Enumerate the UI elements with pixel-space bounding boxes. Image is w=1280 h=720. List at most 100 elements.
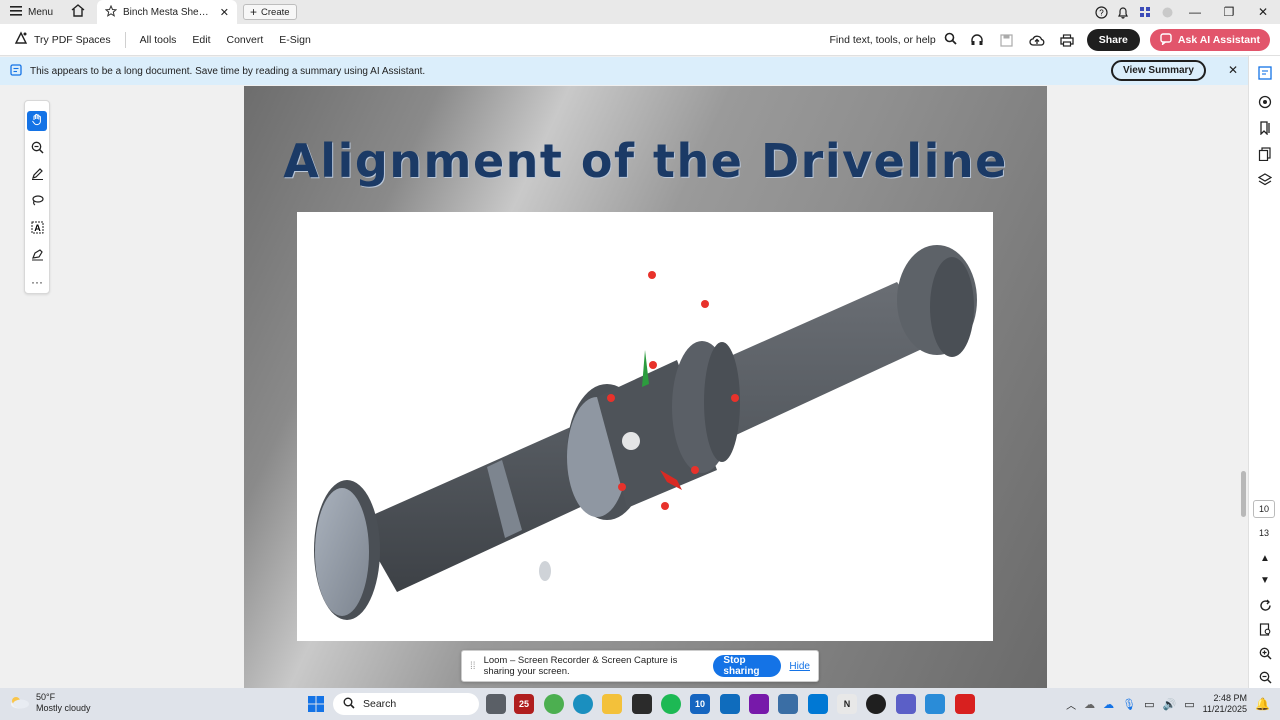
apps-icon[interactable] <box>1134 0 1156 24</box>
app-blue-icon[interactable] <box>925 694 945 714</box>
lasso-icon <box>31 194 44 210</box>
summary-icon <box>10 63 22 79</box>
chevron-up-icon[interactable]: ▲ <box>1257 550 1273 566</box>
print-icon[interactable] <box>1057 30 1077 50</box>
refresh-icon[interactable] <box>1257 597 1273 613</box>
find-text-button[interactable]: Find text, tools, or help <box>829 24 957 56</box>
all-tools-button[interactable]: All tools <box>132 24 185 56</box>
total-pages-label: 13 <box>1258 528 1269 538</box>
volume-icon[interactable]: 🔊 <box>1163 698 1177 711</box>
quick-tools-panel: A ··· <box>24 100 50 294</box>
app-2025-icon[interactable]: 25 <box>514 694 534 714</box>
try-pdf-spaces-button[interactable]: Try PDF Spaces <box>0 24 119 56</box>
document-viewport[interactable]: Alignment of the Driveline <box>0 86 1248 688</box>
driveline-3d-image <box>297 212 993 641</box>
zoom-in-icon[interactable] <box>1257 645 1273 661</box>
outlook-icon[interactable] <box>720 694 740 714</box>
spotify-icon[interactable] <box>661 694 681 714</box>
save-icon[interactable] <box>997 30 1017 50</box>
windows-taskbar: 50°F Mostly cloudy Search 25 10 N ︿ ☁ ☁ … <box>0 688 1280 720</box>
notification-icon[interactable]: 🔔 <box>1255 697 1270 711</box>
taskbar-search[interactable]: Search <box>333 693 479 715</box>
stop-sharing-button[interactable]: Stop sharing <box>713 655 782 677</box>
share-button[interactable]: Share <box>1086 29 1140 51</box>
home-icon <box>71 4 85 20</box>
display-icon[interactable]: ▭ <box>1144 698 1154 711</box>
acrobat-icon[interactable] <box>955 694 975 714</box>
start-button[interactable] <box>306 694 326 714</box>
ai-assistant-icon <box>1160 32 1172 48</box>
highlight-tool[interactable] <box>27 165 47 185</box>
bookmark-icon[interactable] <box>1257 120 1273 136</box>
close-banner-icon[interactable]: ✕ <box>1228 63 1238 77</box>
scrollbar-thumb[interactable] <box>1241 471 1246 517</box>
text-tool[interactable]: A <box>27 219 47 239</box>
discord-icon[interactable] <box>866 694 886 714</box>
zoom-out-icon <box>31 141 44 157</box>
ask-ai-assistant-button[interactable]: Ask AI Assistant <box>1149 29 1270 51</box>
task-view-icon[interactable] <box>486 694 506 714</box>
drag-handle-icon[interactable]: ⁞⁞ <box>470 661 476 672</box>
calendar-app-icon[interactable]: 10 <box>690 694 710 714</box>
maximize-button[interactable]: ❐ <box>1212 0 1246 24</box>
minimize-button[interactable]: — <box>1178 0 1212 24</box>
chevron-up-tray-icon[interactable]: ︿ <box>1066 697 1076 712</box>
home-button[interactable] <box>63 0 93 24</box>
app-pen-icon[interactable] <box>632 694 652 714</box>
star-icon[interactable] <box>104 4 118 20</box>
window-controls: ? — ❐ ✕ <box>1090 0 1280 24</box>
app-n-icon[interactable]: N <box>837 694 857 714</box>
loom-sharing-bar: ⁞⁞ Loom – Screen Recorder & Screen Captu… <box>461 650 819 682</box>
document-search-icon[interactable] <box>1257 621 1273 637</box>
onedrive-icon[interactable]: ☁ <box>1084 698 1095 711</box>
bell-icon[interactable] <box>1112 0 1134 24</box>
battery-icon[interactable]: ▭ <box>1184 698 1194 711</box>
edge-icon[interactable] <box>573 694 593 714</box>
esign-button[interactable]: E-Sign <box>271 24 319 56</box>
teams-icon[interactable] <box>896 694 916 714</box>
view-summary-button[interactable]: View Summary <box>1111 60 1206 81</box>
microphone-icon[interactable]: 🎙 <box>1122 698 1136 711</box>
headphones-icon[interactable] <box>967 30 987 50</box>
banner-message: This appears to be a long document. Save… <box>30 65 426 77</box>
file-explorer-icon[interactable] <box>602 694 622 714</box>
calculator-icon[interactable] <box>778 694 798 714</box>
create-button[interactable]: + Create <box>243 4 297 20</box>
ai-panel-icon[interactable] <box>1257 65 1273 81</box>
zoom-out-rail-icon[interactable] <box>1257 669 1273 685</box>
weather-widget[interactable]: 50°F Mostly cloudy <box>10 692 91 714</box>
menu-button[interactable]: Menu <box>0 0 63 24</box>
close-window-button[interactable]: ✕ <box>1246 0 1280 24</box>
close-tab-icon[interactable]: ✕ <box>220 6 229 19</box>
onedrive-blue-icon[interactable]: ☁ <box>1103 698 1114 711</box>
zoom-tool[interactable] <box>27 139 47 159</box>
hide-link[interactable]: Hide <box>789 661 810 672</box>
upload-cloud-icon[interactable] <box>1027 30 1047 50</box>
clock-date: 11/21/2025 <box>1202 704 1248 714</box>
help-icon[interactable]: ? <box>1090 0 1112 24</box>
comment-icon[interactable] <box>1257 94 1273 110</box>
messages-icon[interactable] <box>808 694 828 714</box>
pages-icon[interactable] <box>1257 146 1273 162</box>
cloud-icon <box>10 695 30 712</box>
edit-button[interactable]: Edit <box>184 24 218 56</box>
convert-button[interactable]: Convert <box>219 24 272 56</box>
svg-text:?: ? <box>1099 8 1104 17</box>
hand-tool[interactable] <box>27 111 47 131</box>
text-box-icon: A <box>31 221 44 237</box>
current-page-input[interactable]: 10 <box>1253 500 1275 518</box>
more-tools-button[interactable]: ··· <box>27 272 47 292</box>
layers-icon[interactable] <box>1257 172 1273 188</box>
chevron-down-icon[interactable]: ▼ <box>1257 572 1273 588</box>
search-placeholder: Search <box>363 698 397 710</box>
draw-tool[interactable] <box>27 192 47 212</box>
chrome-icon[interactable] <box>544 694 564 714</box>
clock[interactable]: 2:48 PM 11/21/2025 <box>1203 693 1247 715</box>
stamp-tool[interactable] <box>27 246 47 266</box>
profile-icon[interactable] <box>1156 0 1178 24</box>
sign-icon <box>31 248 44 264</box>
find-text-label: Find text, tools, or help <box>829 34 936 46</box>
hamburger-icon <box>10 5 22 19</box>
document-tab[interactable]: Binch Mesta Shear Pres... ✕ <box>97 0 238 24</box>
onenote-icon[interactable] <box>749 694 769 714</box>
